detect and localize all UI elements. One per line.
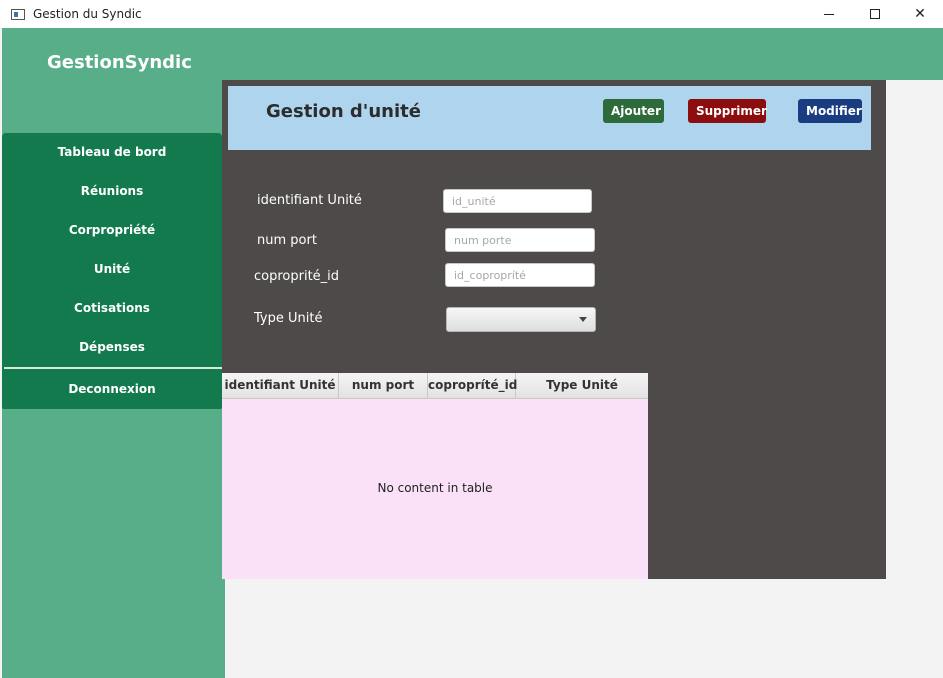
main-panel: Gestion d'unité Ajouter Supprimer Modifi… — [222, 80, 886, 579]
add-button[interactable]: Ajouter — [603, 99, 664, 123]
table-empty-message: No content in table — [377, 481, 493, 495]
copropriete-id-label: coproprité_id — [254, 269, 340, 284]
type-unite-label: Type Unité — [254, 311, 323, 326]
type-unite-select[interactable] — [446, 307, 596, 332]
sidebar-item-cotisations[interactable]: Cotisations — [2, 297, 222, 319]
app-icon — [11, 8, 25, 20]
column-header-copropriete-id[interactable]: copropríté_id — [428, 373, 517, 398]
minimize-button[interactable] — [806, 0, 852, 28]
sidebar-menu: Tableau de bord Réunions Corpropriété Un… — [2, 133, 222, 409]
minimize-icon — [824, 13, 834, 15]
column-header-type-unite[interactable]: Type Unité — [516, 373, 648, 398]
brand-title: GestionSyndic — [47, 52, 192, 73]
window-title: Gestion du Syndic — [33, 7, 142, 21]
maximize-button[interactable] — [852, 0, 898, 28]
page-title: Gestion d'unité — [266, 101, 421, 122]
num-port-label: num port — [257, 233, 317, 248]
page-header: Gestion d'unité Ajouter Supprimer Modifi… — [228, 86, 871, 150]
id-unite-input[interactable] — [443, 189, 592, 213]
sidebar-divider — [4, 367, 222, 369]
maximize-icon — [870, 9, 880, 19]
delete-button[interactable]: Supprimer — [688, 99, 767, 123]
num-porte-input[interactable] — [445, 228, 595, 252]
close-icon: ✕ — [914, 6, 926, 22]
units-table[interactable]: identifiant Unité num port copropríté_id… — [222, 373, 648, 579]
sidebar-item-deconnexion[interactable]: Deconnexion — [2, 378, 222, 400]
column-header-num-port[interactable]: num port — [339, 373, 428, 398]
sidebar-item-depenses[interactable]: Dépenses — [2, 336, 222, 358]
close-button[interactable]: ✕ — [897, 0, 943, 28]
modify-button[interactable]: Modifier — [798, 99, 862, 123]
sidebar-item-reunions[interactable]: Réunions — [2, 180, 222, 202]
id-unite-label: identifiant Unité — [257, 193, 362, 208]
sidebar-item-tableau-de-bord[interactable]: Tableau de bord — [2, 141, 222, 163]
copropriete-id-input[interactable] — [445, 263, 595, 287]
column-header-identifiant-unite[interactable]: identifiant Unité — [222, 373, 339, 398]
chevron-down-icon — [579, 317, 587, 322]
window-titlebar: Gestion du Syndic ✕ — [0, 0, 943, 28]
sidebar-item-corpropriete[interactable]: Corpropriété — [2, 219, 222, 241]
sidebar-item-unite[interactable]: Unité — [2, 258, 222, 280]
table-header: identifiant Unité num port copropríté_id… — [222, 373, 648, 399]
